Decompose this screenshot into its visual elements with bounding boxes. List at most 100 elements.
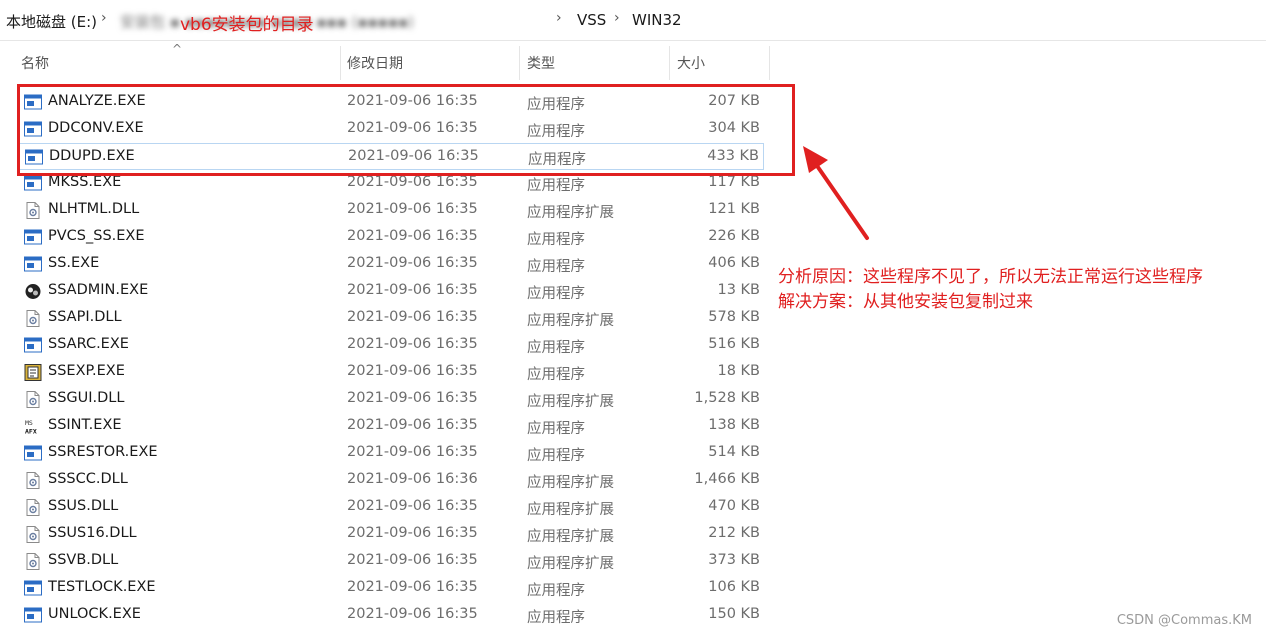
file-size: 106 KB [708, 579, 760, 595]
file-type: 应用程序扩展 [527, 313, 614, 329]
file-size: 304 KB [708, 120, 760, 136]
exe-window-icon [25, 149, 43, 166]
file-name: SSADMIN.EXE [48, 282, 149, 298]
file-name: SS.EXE [48, 255, 100, 271]
file-type: 应用程序 [527, 178, 585, 194]
file-row[interactable]: SSSCC.DLL 2021-09-06 16:36 应用程序扩展 1,466 KB [18, 467, 764, 494]
breadcrumb-folder-vss[interactable]: VSS [577, 11, 606, 29]
file-row[interactable]: SSRESTOR.EXE 2021-09-06 16:35 应用程序 514 KB [18, 440, 764, 467]
file-name: SSRESTOR.EXE [48, 444, 158, 460]
file-row[interactable]: SSVB.DLL 2021-09-06 16:35 应用程序扩展 373 KB [18, 548, 764, 575]
file-type: 应用程序扩展 [527, 556, 614, 572]
file-row[interactable]: SSUS16.DLL 2021-09-06 16:35 应用程序扩展 212 KB [18, 521, 764, 548]
exe-window-icon [24, 121, 42, 138]
file-modified-date: 2021-09-06 16:35 [348, 148, 479, 164]
file-type: 应用程序 [527, 340, 585, 356]
column-divider[interactable] [669, 46, 670, 80]
file-type: 应用程序 [527, 232, 585, 248]
file-modified-date: 2021-09-06 16:35 [347, 390, 478, 406]
svg-text:AFX: AFX [25, 428, 37, 436]
file-modified-date: 2021-09-06 16:35 [347, 336, 478, 352]
file-modified-date: 2021-09-06 16:35 [347, 120, 478, 136]
file-modified-date: 2021-09-06 16:35 [347, 363, 478, 379]
file-type: 应用程序 [527, 97, 585, 113]
file-row[interactable]: DDCONV.EXE 2021-09-06 16:35 应用程序 304 KB [18, 116, 764, 143]
file-type: 应用程序 [528, 152, 586, 168]
file-size: 138 KB [708, 417, 760, 433]
file-modified-date: 2021-09-06 16:35 [347, 606, 478, 622]
file-name: SSAPI.DLL [48, 309, 122, 325]
column-header-name[interactable]: 名称 [21, 45, 49, 81]
column-divider[interactable] [340, 46, 341, 80]
file-row[interactable]: MKSS.EXE 2021-09-06 16:35 应用程序 117 KB [18, 170, 764, 197]
file-row[interactable]: MS AFX SSINT.EXE 2021-09-06 16:35 应用程序 138 KB [18, 413, 764, 440]
file-row[interactable]: SS.EXE 2021-09-06 16:35 应用程序 406 KB [18, 251, 764, 278]
address-bar[interactable]: 本地磁盘 (E:) › 安装包 ▪ ▪▪▪▪▪▪▪▪ ▪▪▪▪ ▪▪▪ (▪▪▪… [0, 0, 1266, 41]
annotation-arrow-icon [803, 146, 869, 240]
breadcrumb-drive[interactable]: 本地磁盘 (E:) [6, 11, 97, 32]
file-row[interactable]: TESTLOCK.EXE 2021-09-06 16:35 应用程序 106 KB [18, 575, 764, 602]
file-row[interactable]: ANALYZE.EXE 2021-09-06 16:35 应用程序 207 KB [18, 89, 764, 116]
file-type: 应用程序扩展 [527, 529, 614, 545]
file-size: 514 KB [708, 444, 760, 460]
dll-gear-icon [24, 553, 42, 570]
exe-window-icon [24, 94, 42, 111]
file-name: NLHTML.DLL [48, 201, 140, 217]
watermark: CSDN @Commas.KM [1116, 613, 1252, 628]
svg-text:MS: MS [25, 419, 33, 427]
file-type: 应用程序 [527, 286, 585, 302]
file-modified-date: 2021-09-06 16:35 [347, 444, 478, 460]
breadcrumb-folder-win32[interactable]: WIN32 [632, 11, 682, 29]
file-modified-date: 2021-09-06 16:35 [347, 93, 478, 109]
file-modified-date: 2021-09-06 16:35 [347, 255, 478, 271]
dll-gear-icon [24, 202, 42, 219]
exe-window-icon [24, 607, 42, 624]
file-row[interactable]: SSAPI.DLL 2021-09-06 16:35 应用程序扩展 578 KB [18, 305, 764, 332]
file-name: SSUS16.DLL [48, 525, 137, 541]
file-name: TESTLOCK.EXE [48, 579, 156, 595]
file-modified-date: 2021-09-06 16:35 [347, 498, 478, 514]
file-name: DDUPD.EXE [49, 148, 135, 164]
file-row[interactable]: DDUPD.EXE 2021-09-06 16:35 应用程序 433 KB [18, 143, 764, 170]
exe-window-icon [24, 580, 42, 597]
column-header-type[interactable]: 类型 [527, 45, 555, 81]
file-row[interactable]: SSADMIN.EXE 2021-09-06 16:35 应用程序 13 KB [18, 278, 764, 305]
file-type: 应用程序 [527, 583, 585, 599]
exe-window-icon [24, 229, 42, 246]
breadcrumb-annotation: vb6安装包的目录 [180, 15, 314, 35]
file-name: SSSCC.DLL [48, 471, 128, 487]
file-type: 应用程序 [527, 421, 585, 437]
file-row[interactable]: SSEXP.EXE 2021-09-06 16:35 应用程序 18 KB [18, 359, 764, 386]
column-divider[interactable] [769, 46, 770, 80]
ms-afx-icon: MS AFX [24, 418, 42, 436]
file-type: 应用程序扩展 [527, 205, 614, 221]
file-name: SSINT.EXE [48, 417, 122, 433]
column-divider[interactable] [519, 46, 520, 80]
breadcrumb-separator: › [101, 10, 107, 26]
file-row[interactable]: NLHTML.DLL 2021-09-06 16:35 应用程序扩展 121 KB [18, 197, 764, 224]
file-row[interactable]: PVCS_SS.EXE 2021-09-06 16:35 应用程序 226 KB [18, 224, 764, 251]
file-size: 207 KB [708, 93, 760, 109]
file-modified-date: 2021-09-06 16:35 [347, 525, 478, 541]
file-row[interactable]: UNLOCK.EXE 2021-09-06 16:35 应用程序 150 KB [18, 602, 764, 629]
ssexp-icon [24, 364, 42, 381]
file-modified-date: 2021-09-06 16:35 [347, 201, 478, 217]
file-size: 1,528 KB [694, 390, 760, 406]
annotation-note-solution: 解决方案：从其他安装包复制过来 [778, 292, 1033, 312]
file-type: 应用程序 [527, 259, 585, 275]
file-name: SSUS.DLL [48, 498, 119, 514]
annotation-note-reason: 分析原因：这些程序不见了，所以无法正常运行这些程序 [778, 267, 1203, 287]
file-size: 150 KB [708, 606, 760, 622]
file-modified-date: 2021-09-06 16:35 [347, 228, 478, 244]
column-header-size[interactable]: 大小 [677, 45, 705, 81]
file-type: 应用程序 [527, 448, 585, 464]
file-row[interactable]: SSARC.EXE 2021-09-06 16:35 应用程序 516 KB [18, 332, 764, 359]
file-row[interactable]: SSGUI.DLL 2021-09-06 16:35 应用程序扩展 1,528 KB [18, 386, 764, 413]
file-type: 应用程序扩展 [527, 394, 614, 410]
file-size: 1,466 KB [694, 471, 760, 487]
column-header-date[interactable]: 修改日期 [347, 45, 403, 81]
file-type: 应用程序 [527, 610, 585, 626]
file-size: 212 KB [708, 525, 760, 541]
file-row[interactable]: SSUS.DLL 2021-09-06 16:35 应用程序扩展 470 KB [18, 494, 764, 521]
file-name: UNLOCK.EXE [48, 606, 141, 622]
